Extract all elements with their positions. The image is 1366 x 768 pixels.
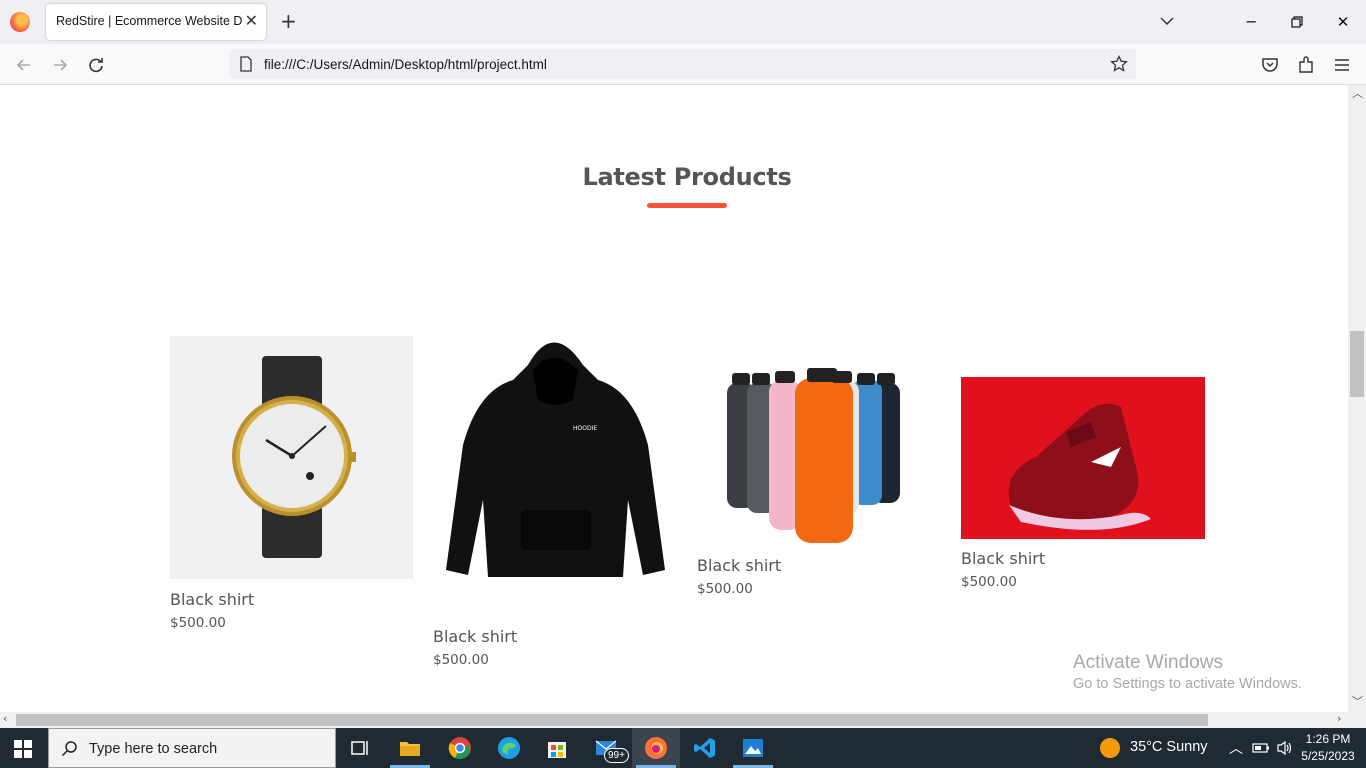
taskbar-search[interactable]: Type here to search [48, 728, 336, 768]
product-name[interactable]: Black shirt [697, 556, 781, 575]
activate-windows-title: Activate Windows [1073, 652, 1223, 673]
restore-icon[interactable] [1287, 12, 1307, 32]
microsoft-store-icon[interactable] [545, 736, 569, 760]
mail-badge: 99+ [604, 748, 629, 763]
weather-sun-icon[interactable] [1100, 738, 1120, 758]
vertical-scrollbar[interactable]: ︿ ﹀ [1348, 85, 1366, 712]
forward-icon[interactable] [49, 54, 71, 76]
scroll-up-icon[interactable]: ︿ [1352, 87, 1363, 101]
horizontal-scrollbar[interactable]: ‹ › [0, 712, 1366, 728]
extensions-icon[interactable] [1295, 54, 1317, 76]
new-tab-icon[interactable]: + [280, 10, 297, 32]
list-tabs-icon[interactable] [1158, 12, 1176, 30]
pocket-icon[interactable] [1259, 54, 1281, 76]
title-underline [647, 203, 727, 208]
product-price: $500.00 [170, 615, 226, 631]
product-image-hoodie[interactable]: HOODIE [433, 325, 676, 590]
product-image-watch[interactable] [170, 336, 413, 579]
edge-icon[interactable] [497, 736, 521, 760]
product-price: $500.00 [697, 581, 753, 597]
tab-title: RedStire | Ecommerce Website Design [56, 14, 242, 28]
vertical-scroll-thumb[interactable] [1350, 331, 1364, 397]
product-name[interactable]: Black shirt [433, 627, 517, 646]
back-icon[interactable] [13, 54, 35, 76]
reload-icon[interactable] [85, 54, 107, 76]
product-image-water-bottles[interactable] [697, 368, 922, 546]
firefox-icon[interactable] [10, 12, 30, 32]
scroll-right-icon[interactable]: › [1337, 712, 1341, 726]
navigation-toolbar: file:///C:/Users/Admin/Desktop/html/proj… [0, 44, 1366, 85]
activate-windows-subtitle: Go to Settings to activate Windows. [1073, 676, 1302, 692]
scroll-left-icon[interactable]: ‹ [3, 712, 7, 726]
url-bar[interactable]: file:///C:/Users/Admin/Desktop/html/proj… [230, 49, 1136, 79]
url-text: file:///C:/Users/Admin/Desktop/html/proj… [264, 57, 547, 72]
product-name[interactable]: Black shirt [961, 549, 1045, 568]
clock-date: 5/25/2023 [1301, 749, 1355, 763]
firefox-taskbar-icon[interactable] [644, 736, 668, 760]
task-view-icon[interactable] [349, 736, 373, 760]
file-explorer-icon[interactable] [398, 736, 422, 760]
clock[interactable]: 1:26 PM 5/25/2023 [1296, 731, 1360, 765]
svg-text:HOODIE: HOODIE [573, 425, 597, 432]
vscode-icon[interactable] [693, 736, 717, 760]
photos-icon[interactable] [741, 736, 765, 760]
product-price: $500.00 [433, 652, 489, 668]
product-image-red-sneaker[interactable] [961, 377, 1205, 539]
product-price: $500.00 [961, 574, 1017, 590]
section-title: Latest Products [582, 163, 792, 191]
volume-icon[interactable] [1276, 740, 1294, 756]
close-window-icon[interactable]: ✕ [1333, 12, 1353, 32]
battery-icon[interactable] [1252, 742, 1270, 754]
minimize-icon[interactable]: ─ [1241, 12, 1261, 32]
horizontal-scroll-thumb[interactable] [16, 714, 1208, 726]
web-page: Latest Products Black shirt $500.00 HOOD… [0, 85, 1348, 712]
windows-start-icon[interactable] [14, 740, 32, 758]
clock-time: 1:26 PM [1305, 732, 1351, 746]
weather-text[interactable]: 35°C Sunny [1130, 739, 1208, 755]
scroll-down-icon[interactable]: ﹀ [1352, 695, 1363, 709]
menu-icon[interactable] [1331, 54, 1353, 76]
taskbar: Type here to search 99+ 35°C Sunny ︿ 1:2… [0, 728, 1366, 768]
browser-tab[interactable]: RedStire | Ecommerce Website Design ✕ [46, 4, 266, 40]
chrome-icon[interactable] [448, 736, 472, 760]
search-icon [61, 741, 77, 757]
show-hidden-icons-icon[interactable]: ︿ [1229, 738, 1243, 758]
page-icon [240, 56, 252, 72]
tab-bar: RedStire | Ecommerce Website Design ✕ + … [0, 0, 1366, 44]
bookmark-star-icon[interactable] [1110, 55, 1128, 73]
search-placeholder: Type here to search [89, 741, 218, 757]
product-name[interactable]: Black shirt [170, 590, 254, 609]
close-tab-icon[interactable]: ✕ [245, 12, 258, 30]
